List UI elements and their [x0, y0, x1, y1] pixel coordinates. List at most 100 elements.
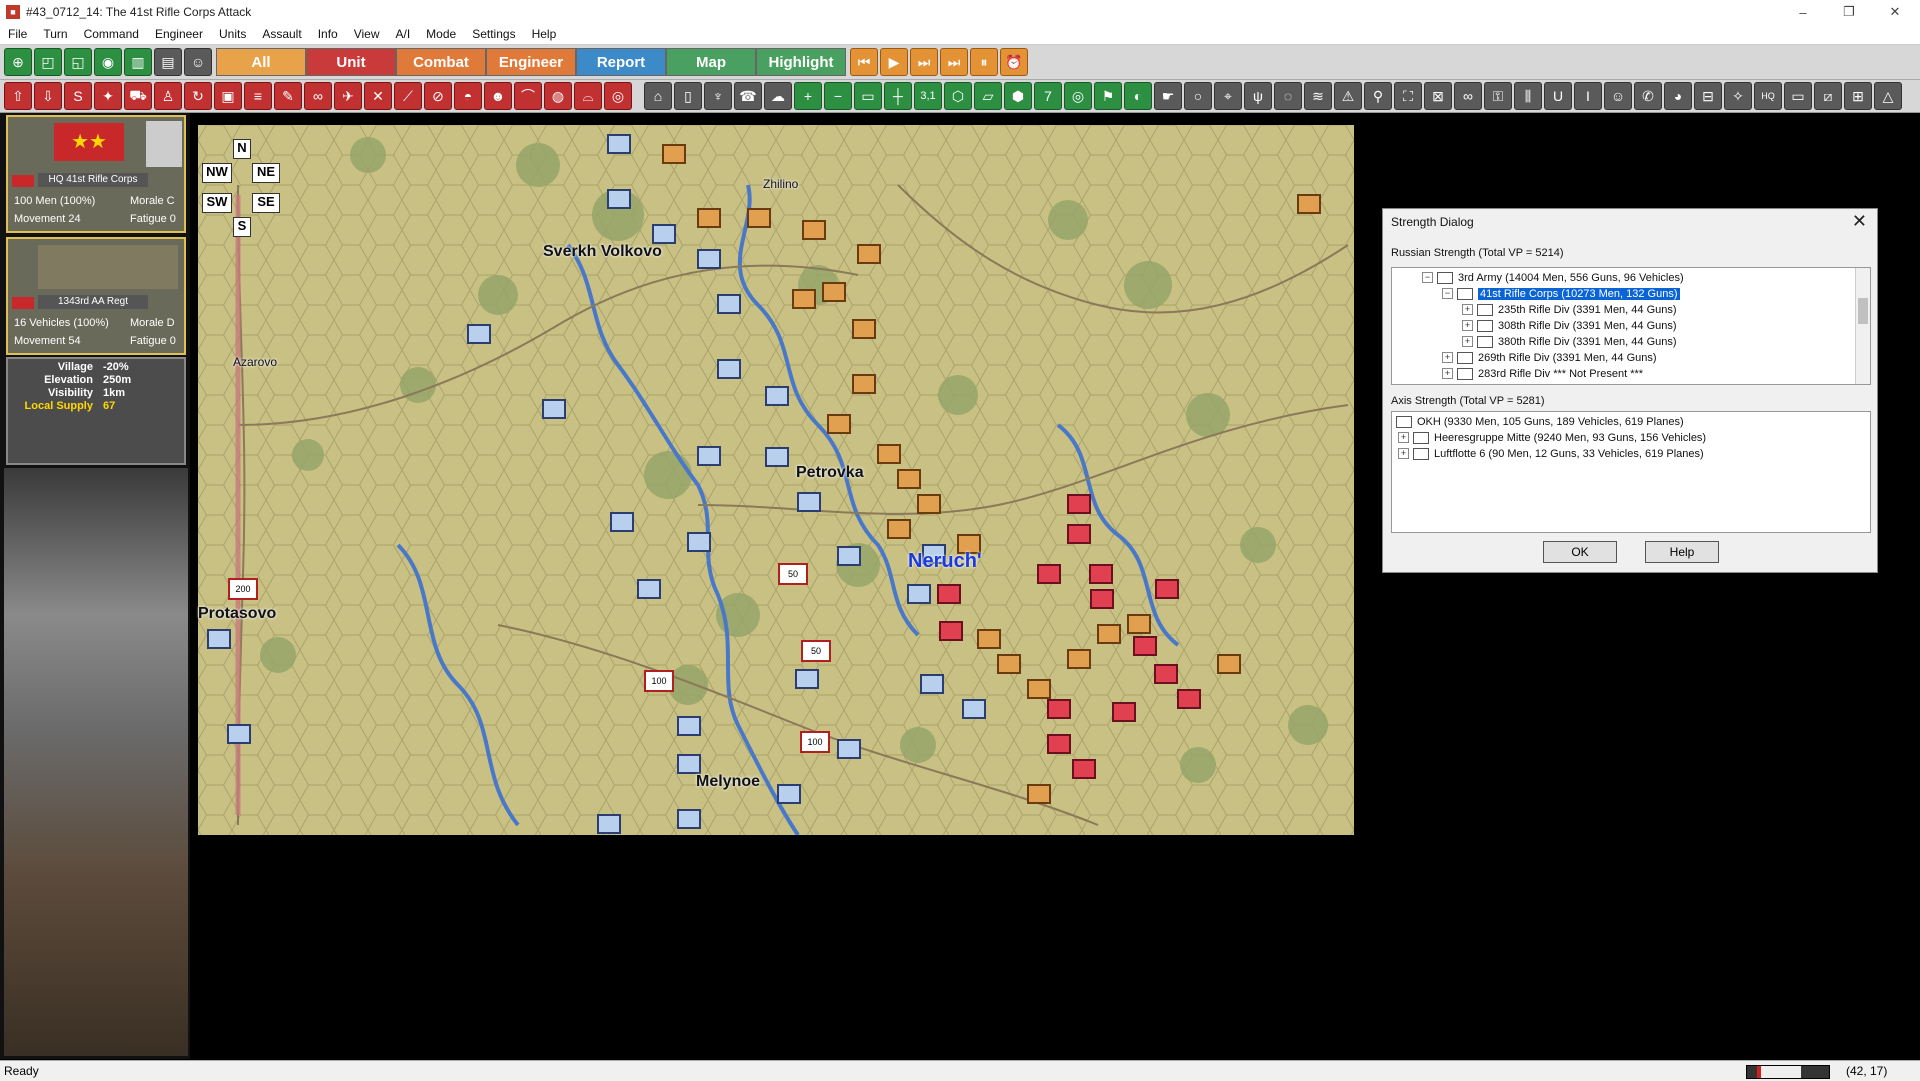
german-unit-counter[interactable] [1067, 524, 1091, 544]
collapse-icon[interactable]: − [1442, 288, 1453, 299]
soviet-unit-counter[interactable] [717, 359, 741, 379]
expand-icon[interactable]: + [1462, 320, 1473, 331]
german-unit-counter[interactable] [1027, 679, 1051, 699]
menu-settings[interactable]: Settings [464, 27, 523, 41]
strength-badge[interactable]: 100 [644, 670, 674, 692]
artillery-icon[interactable]: ⟋ [394, 82, 422, 110]
flag-icon[interactable]: ⚑ [1094, 82, 1122, 110]
move-up-icon[interactable]: ⇧ [4, 82, 32, 110]
tree-scrollbar[interactable] [1855, 268, 1870, 384]
expand-icon[interactable]: + [1462, 336, 1473, 347]
soviet-unit-counter[interactable] [467, 324, 491, 344]
ring-icon[interactable]: ◌ [1274, 82, 1302, 110]
german-unit-counter[interactable] [822, 282, 846, 302]
german-unit-counter[interactable] [1047, 734, 1071, 754]
filter-highlight-button[interactable]: Highlight [756, 48, 846, 76]
compass-north[interactable]: N [233, 139, 251, 159]
soviet-unit-counter[interactable] [542, 399, 566, 419]
pause-icon[interactable]: ⏸ [970, 48, 998, 76]
german-unit-counter[interactable] [662, 144, 686, 164]
menu-ai[interactable]: A/I [388, 27, 419, 41]
phone-icon[interactable]: ☎ [734, 82, 762, 110]
expand-icon[interactable]: + [1442, 352, 1453, 363]
trophy-icon[interactable]: ♆ [704, 82, 732, 110]
soviet-unit-counter[interactable] [697, 249, 721, 269]
expand-icon[interactable]: + [1398, 448, 1409, 459]
layers-icon[interactable]: ≋ [1304, 82, 1332, 110]
german-unit-counter[interactable] [802, 220, 826, 240]
crosshair-icon[interactable]: ⌖ [1214, 82, 1242, 110]
pie-icon[interactable]: ◕ [1664, 82, 1692, 110]
seven-icon[interactable]: 7 [1034, 82, 1062, 110]
menu-assault[interactable]: Assault [254, 27, 309, 41]
alarm-clock-icon[interactable]: ⏰ [1000, 48, 1028, 76]
soviet-unit-counter[interactable] [777, 784, 801, 804]
tree-row[interactable]: +269th Rifle Div (3391 Men, 44 Guns) [1442, 350, 1657, 365]
list-icon[interactable]: ≡ [244, 82, 272, 110]
german-unit-counter[interactable] [1027, 784, 1051, 804]
soviet-unit-counter[interactable] [765, 386, 789, 406]
german-unit-counter[interactable] [1072, 759, 1096, 779]
soviet-unit-counter[interactable] [597, 814, 621, 834]
lock-icon[interactable]: ⚿ [1484, 82, 1512, 110]
magnifier-icon[interactable]: ⚲ [1364, 82, 1392, 110]
german-unit-counter[interactable] [747, 208, 771, 228]
plane-icon[interactable]: ✈ [334, 82, 362, 110]
warning-icon[interactable]: ⚠ [1334, 82, 1362, 110]
russian-tree[interactable]: −3rd Army (14004 Men, 556 Guns, 96 Vehic… [1391, 267, 1871, 385]
infantry-icon[interactable]: ♙ [154, 82, 182, 110]
german-unit-counter[interactable] [1155, 579, 1179, 599]
menu-mode[interactable]: Mode [418, 27, 464, 41]
frame-icon[interactable]: ⛶ [1394, 82, 1422, 110]
help-button[interactable]: Help [1645, 541, 1719, 563]
dialog-close-icon[interactable]: ✕ [1852, 211, 1867, 232]
tree-row[interactable]: +308th Rifle Div (3391 Men, 44 Guns) [1462, 318, 1677, 333]
german-unit-counter[interactable] [1127, 614, 1151, 634]
zoom-3d-icon[interactable]: ◱ [64, 48, 92, 76]
bridge-icon[interactable]: ⌒ [514, 82, 542, 110]
leader-portrait-icon[interactable]: ☺ [184, 48, 212, 76]
menu-turn[interactable]: Turn [35, 27, 75, 41]
menu-command[interactable]: Command [76, 27, 147, 41]
rewind-icon[interactable]: ⏮ [850, 48, 878, 76]
compass-south[interactable]: S [233, 217, 251, 237]
ok-button[interactable]: OK [1543, 541, 1617, 563]
german-unit-counter[interactable] [977, 629, 1001, 649]
binoculars-icon[interactable]: ∞ [304, 82, 332, 110]
box-x-icon[interactable]: ⊠ [1424, 82, 1452, 110]
german-unit-counter[interactable] [887, 519, 911, 539]
bars-icon[interactable]: ⫼ [1514, 82, 1542, 110]
tree-row[interactable]: +283rd Rifle Div *** Not Present *** [1442, 366, 1643, 381]
filter-combat-button[interactable]: Combat [396, 48, 486, 76]
german-unit-counter[interactable] [1297, 194, 1321, 214]
filter-all-button[interactable]: All [216, 48, 306, 76]
compass-northeast[interactable]: NE [252, 163, 280, 183]
soviet-unit-counter[interactable] [797, 492, 821, 512]
emblem-icon[interactable]: ✧ [1724, 82, 1752, 110]
supply-s-icon[interactable]: S [64, 82, 92, 110]
strength-badge[interactable]: 200 [228, 578, 258, 600]
soviet-unit-counter[interactable] [637, 579, 661, 599]
map-canvas[interactable] [198, 125, 1354, 864]
rotate-icon[interactable]: ↻ [184, 82, 212, 110]
german-unit-counter[interactable] [1133, 636, 1157, 656]
cloud-icon[interactable]: ☁ [764, 82, 792, 110]
menu-info[interactable]: Info [310, 27, 346, 41]
axis-tree[interactable]: OKH (9330 Men, 105 Guns, 189 Vehicles, 6… [1391, 411, 1871, 533]
crossed-swords-icon[interactable]: ✕ [364, 82, 392, 110]
move-down-icon[interactable]: ⇩ [34, 82, 62, 110]
german-unit-counter[interactable] [1037, 564, 1061, 584]
collapse-icon[interactable]: − [1422, 272, 1433, 283]
filter-report-button[interactable]: Report [576, 48, 666, 76]
italic-i-icon[interactable]: I [1574, 82, 1602, 110]
tree-row[interactable]: − 3rd Army (14004 Men, 556 Guns, 96 Vehic… [1422, 270, 1684, 285]
expand-icon[interactable]: + [1442, 368, 1453, 379]
compass-rose[interactable]: N NE NW SW SE S [200, 139, 296, 237]
soviet-unit-counter[interactable] [717, 294, 741, 314]
tree-row[interactable]: +380th Rifle Div (3391 Men, 44 Guns) [1462, 334, 1677, 349]
pyramid-icon[interactable]: △ [1874, 82, 1902, 110]
german-unit-counter[interactable] [1177, 689, 1201, 709]
link-icon[interactable]: ∞ [1454, 82, 1482, 110]
mine-icon[interactable]: ◍ [544, 82, 572, 110]
face-icon[interactable]: ☻ [484, 82, 512, 110]
